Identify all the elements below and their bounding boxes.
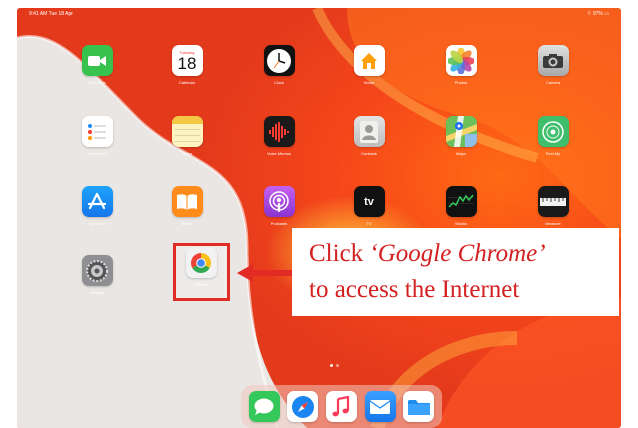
app-label: Voice Memos bbox=[266, 151, 291, 156]
app-facetime[interactable]: FaceTime bbox=[70, 45, 124, 85]
app-label: Settings bbox=[89, 290, 105, 295]
calendar-icon: Tuesday 18 bbox=[171, 45, 203, 76]
app-contacts[interactable]: Contacts bbox=[342, 116, 396, 156]
callout-line-1: Click ‘Google Chrome’ bbox=[309, 236, 619, 272]
app-photos[interactable]: Photos bbox=[434, 45, 488, 85]
callout-line-2: to access the Internet bbox=[309, 276, 520, 303]
dock bbox=[241, 385, 442, 428]
notes-icon bbox=[171, 116, 203, 147]
app-podcasts[interactable]: Podcasts bbox=[252, 186, 306, 226]
video-camera-icon bbox=[81, 45, 113, 76]
status-time: 9:41 AM Tue 18 Apr bbox=[29, 11, 73, 17]
app-label: Maps bbox=[456, 151, 466, 156]
compass-icon[interactable] bbox=[287, 391, 319, 422]
apple-tv-icon: tv bbox=[353, 186, 385, 217]
app-label: Measure bbox=[545, 221, 561, 226]
mail-icon[interactable] bbox=[364, 391, 396, 422]
page-indicator[interactable] bbox=[330, 364, 339, 367]
app-find-my[interactable]: Find My bbox=[526, 116, 580, 156]
house-icon bbox=[353, 45, 385, 76]
book-icon bbox=[171, 186, 203, 217]
callout-app-name: ‘Google Chrome’ bbox=[369, 240, 546, 267]
music-note-icon[interactable] bbox=[325, 391, 357, 422]
app-settings[interactable]: Settings bbox=[70, 255, 124, 295]
app-books[interactable]: Books bbox=[160, 186, 214, 226]
app-label: Notes bbox=[181, 151, 193, 156]
app-label: Find My bbox=[545, 151, 561, 156]
app-stocks[interactable]: Stocks bbox=[434, 186, 488, 226]
app-label: TV bbox=[366, 221, 372, 226]
ipad-home-screen: 9:41 AM Tue 18 Apr ⌔ 97% ▭ FaceTime Tues… bbox=[17, 8, 621, 428]
app-camera[interactable]: Camera bbox=[526, 45, 580, 85]
folder-icon[interactable] bbox=[403, 391, 435, 422]
app-chrome[interactable]: Chrome bbox=[174, 247, 228, 287]
app-app-store[interactable]: App Store bbox=[70, 186, 124, 226]
calendar-day-number: 18 bbox=[177, 53, 197, 73]
app-label: Reminders bbox=[87, 151, 107, 156]
podcast-icon bbox=[263, 186, 295, 217]
gear-icon bbox=[81, 255, 113, 286]
camera-icon bbox=[537, 45, 569, 76]
app-notes[interactable]: Notes bbox=[160, 116, 214, 156]
clock-icon bbox=[263, 45, 295, 76]
map-icon bbox=[445, 116, 477, 147]
status-indicators: ⌔ 97% ▭ bbox=[586, 11, 609, 17]
app-label: App Store bbox=[88, 221, 106, 226]
app-label: Home bbox=[363, 80, 375, 85]
list-icon bbox=[81, 116, 113, 147]
radar-icon bbox=[537, 116, 569, 147]
page-dot bbox=[336, 364, 339, 367]
photos-icon bbox=[445, 45, 477, 76]
app-label: Stocks bbox=[454, 221, 467, 226]
app-calendar[interactable]: Tuesday 18 Calendar bbox=[160, 45, 214, 85]
chrome-icon bbox=[185, 247, 217, 278]
app-label: Books bbox=[181, 221, 193, 226]
app-store-icon bbox=[81, 186, 113, 217]
app-measure[interactable]: Measure bbox=[526, 186, 580, 226]
app-clock[interactable]: Clock bbox=[252, 45, 306, 85]
app-label: Clock bbox=[273, 80, 284, 85]
app-label: Calendar bbox=[178, 80, 196, 85]
person-icon bbox=[353, 116, 385, 147]
page-dot bbox=[330, 364, 333, 367]
callout-prefix: Click bbox=[309, 240, 370, 267]
app-label: FaceTime bbox=[88, 80, 106, 85]
app-tv[interactable]: tv TV bbox=[342, 186, 396, 226]
instruction-callout: Click ‘Google Chrome’ to access the Inte… bbox=[292, 228, 619, 316]
app-label: Camera bbox=[545, 80, 561, 85]
waveform-icon bbox=[263, 116, 295, 147]
app-home[interactable]: Home bbox=[342, 45, 396, 85]
pointer-arrow-icon bbox=[237, 264, 293, 282]
app-maps[interactable]: Maps bbox=[434, 116, 488, 156]
app-label: Podcasts bbox=[270, 221, 288, 226]
app-label: Photos bbox=[454, 80, 468, 85]
app-label: Chrome bbox=[193, 282, 209, 287]
tv-glyph: tv bbox=[364, 195, 374, 208]
chart-icon bbox=[445, 186, 477, 217]
app-voice-memos[interactable]: Voice Memos bbox=[252, 116, 306, 156]
ruler-icon bbox=[537, 186, 569, 217]
app-reminders[interactable]: Reminders bbox=[70, 116, 124, 156]
message-icon[interactable] bbox=[248, 391, 280, 422]
app-label: Contacts bbox=[361, 151, 377, 156]
